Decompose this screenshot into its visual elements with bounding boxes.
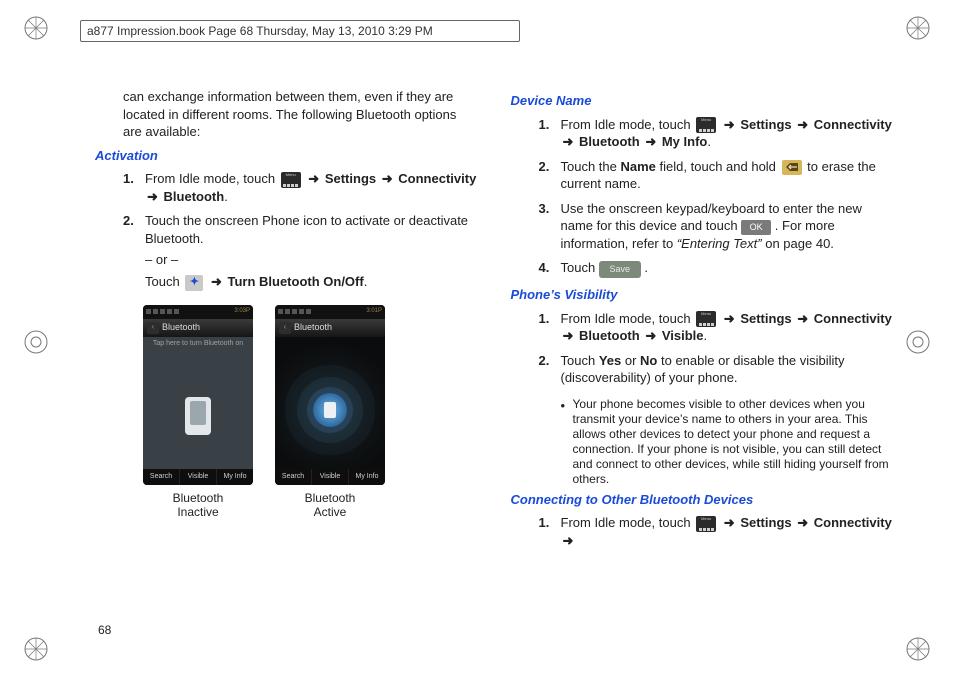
bullet-icon: • bbox=[561, 397, 573, 487]
crop-mark-mid-left bbox=[22, 328, 50, 356]
right-column: Device Name 1. From Idle mode, touch ➜ S… bbox=[511, 88, 895, 637]
caption-active: Bluetooth Active bbox=[305, 491, 356, 520]
phone-inactive: 3:03P ‹Bluetooth Tap here to turn Blueto… bbox=[143, 305, 253, 485]
softkey-visible: Visible bbox=[180, 469, 217, 485]
status-time: 3:03P bbox=[234, 307, 250, 315]
phone-screenshots: 3:03P ‹Bluetooth Tap here to turn Blueto… bbox=[143, 305, 479, 520]
path-connectivity: Connectivity bbox=[398, 171, 476, 186]
devname-step-1: 1. From Idle mode, touch ➜ Settings ➜ Co… bbox=[539, 116, 895, 155]
step-number: 1. bbox=[123, 170, 145, 209]
arrow-icon: ➜ bbox=[306, 171, 321, 186]
content-columns: can exchange information between them, e… bbox=[95, 88, 894, 637]
softkey-myinfo: My Info bbox=[349, 469, 385, 485]
menu-icon bbox=[696, 117, 716, 133]
arrow-icon: ➜ bbox=[561, 134, 576, 149]
device-name-heading: Device Name bbox=[511, 92, 895, 110]
arrow-icon: ➜ bbox=[795, 117, 810, 132]
path-settings: Settings bbox=[325, 171, 376, 186]
crop-mark-mid-right bbox=[904, 328, 932, 356]
bluetooth-radar-icon bbox=[313, 393, 347, 427]
tap-hint: Tap here to turn Bluetooth on bbox=[143, 339, 253, 348]
step-body: Touch the onscreen Phone icon to activat… bbox=[145, 212, 479, 294]
arrow-icon: ➜ bbox=[145, 189, 160, 204]
phone-inactive-column: 3:03P ‹Bluetooth Tap here to turn Blueto… bbox=[143, 305, 253, 520]
menu-icon bbox=[696, 311, 716, 327]
crop-mark-bottom-right bbox=[904, 635, 932, 663]
arrow-icon: ➜ bbox=[209, 274, 224, 289]
arrow-icon: ➜ bbox=[561, 533, 576, 548]
crop-header: a877 Impression.book Page 68 Thursday, M… bbox=[80, 20, 520, 42]
left-column: can exchange information between them, e… bbox=[95, 88, 479, 637]
arrow-icon: ➜ bbox=[643, 134, 658, 149]
phone-title: Bluetooth bbox=[162, 321, 200, 333]
status-time: 3:01P bbox=[366, 307, 382, 315]
step-number: 2. bbox=[123, 212, 145, 294]
text: – or – bbox=[145, 251, 479, 269]
crop-mark-top-left bbox=[22, 14, 50, 42]
back-icon: ‹ bbox=[279, 322, 291, 334]
back-icon: ‹ bbox=[147, 322, 159, 334]
softkey-search: Search bbox=[275, 469, 312, 485]
menu-icon bbox=[281, 172, 301, 188]
devname-step-3: 3. Use the onscreen keypad/keyboard to e… bbox=[539, 200, 895, 257]
connecting-heading: Connecting to Other Bluetooth Devices bbox=[511, 491, 895, 509]
arrow-icon: ➜ bbox=[561, 328, 576, 343]
crop-mark-bottom-left bbox=[22, 635, 50, 663]
turn-bt-label: Turn Bluetooth On/Off bbox=[227, 274, 363, 289]
softkey-myinfo: My Info bbox=[217, 469, 253, 485]
devname-step-2: 2. Touch the Name field, touch and hold … bbox=[539, 158, 895, 197]
arrow-icon: ➜ bbox=[380, 171, 395, 186]
softkey-bar: Search Visible My Info bbox=[143, 469, 253, 485]
arrow-icon: ➜ bbox=[643, 328, 658, 343]
phone-active-column: 3:01P ‹Bluetooth Search Visible My Info … bbox=[275, 305, 385, 520]
arrow-icon: ➜ bbox=[795, 515, 810, 530]
crop-header-text: a877 Impression.book Page 68 Thursday, M… bbox=[87, 24, 433, 38]
visibility-heading: Phone’s Visibility bbox=[511, 286, 895, 304]
phone-device-icon bbox=[185, 397, 211, 435]
text: Touch bbox=[145, 274, 183, 289]
text: From Idle mode, touch bbox=[145, 171, 279, 186]
softkey-visible: Visible bbox=[312, 469, 349, 485]
page-number: 68 bbox=[98, 623, 111, 637]
caption-inactive: Bluetooth Inactive bbox=[173, 491, 224, 520]
softkey-search: Search bbox=[143, 469, 180, 485]
phone-active: 3:01P ‹Bluetooth Search Visible My Info bbox=[275, 305, 385, 485]
save-button-graphic: Save bbox=[599, 261, 641, 278]
backspace-icon bbox=[782, 160, 802, 175]
visibility-step-2: 2. Touch Yes or No to enable or disable … bbox=[539, 352, 895, 391]
phone-title: Bluetooth bbox=[294, 321, 332, 333]
arrow-icon: ➜ bbox=[795, 311, 810, 326]
text: Touch the onscreen Phone icon to activat… bbox=[145, 212, 479, 247]
arrow-icon: ➜ bbox=[722, 515, 737, 530]
document-page: a877 Impression.book Page 68 Thursday, M… bbox=[0, 0, 954, 682]
path-bluetooth: Bluetooth bbox=[164, 189, 225, 204]
menu-icon bbox=[696, 516, 716, 532]
arrow-icon: ➜ bbox=[722, 117, 737, 132]
activation-heading: Activation bbox=[95, 147, 479, 165]
bullet-text: Your phone becomes visible to other devi… bbox=[573, 397, 895, 487]
ok-button-graphic: OK bbox=[741, 220, 771, 235]
bluetooth-icon: ✦ bbox=[185, 275, 203, 291]
devname-step-4: 4. Touch Save . bbox=[539, 259, 895, 282]
activation-step-1: 1. From Idle mode, touch ➜ Settings ➜ Co… bbox=[123, 170, 479, 209]
visibility-step-1: 1. From Idle mode, touch ➜ Settings ➜ Co… bbox=[539, 310, 895, 349]
connecting-step-1: 1. From Idle mode, touch ➜ Settings ➜ Co… bbox=[539, 514, 895, 553]
crop-mark-top-right bbox=[904, 14, 932, 42]
visibility-bullet: • Your phone becomes visible to other de… bbox=[561, 397, 895, 487]
arrow-icon: ➜ bbox=[722, 311, 737, 326]
step-body: From Idle mode, touch ➜ Settings ➜ Conne… bbox=[145, 170, 479, 209]
entering-text-ref: “Entering Text” bbox=[677, 236, 762, 251]
activation-step-2: 2. Touch the onscreen Phone icon to acti… bbox=[123, 212, 479, 294]
intro-paragraph: can exchange information between them, e… bbox=[123, 88, 479, 141]
softkey-bar: Search Visible My Info bbox=[275, 469, 385, 485]
